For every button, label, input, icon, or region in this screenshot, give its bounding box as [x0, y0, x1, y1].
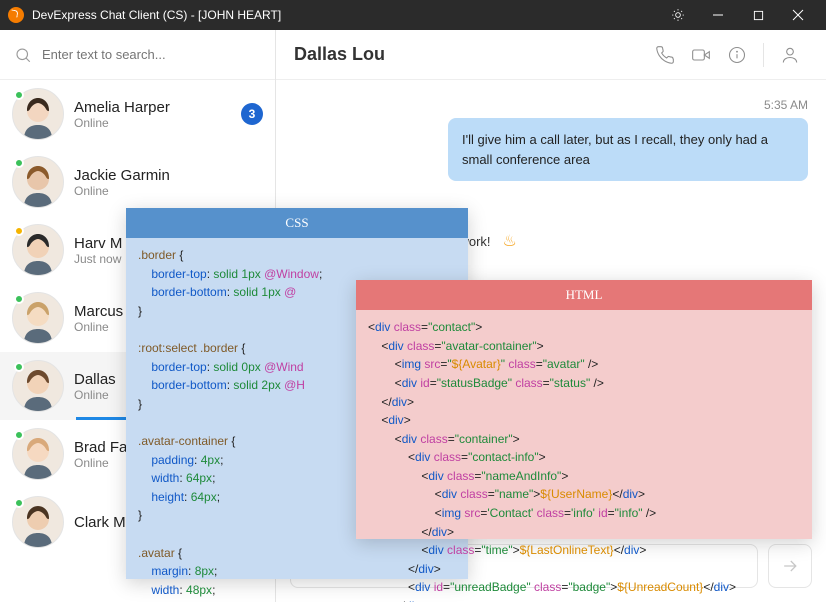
app-icon — [8, 7, 24, 23]
chat-title: Dallas Lou — [294, 44, 647, 65]
message-time: 5:35 AM — [294, 98, 808, 112]
avatar — [12, 88, 64, 140]
main: Amelia HarperOnline3Jackie GarminOnlineH… — [0, 30, 826, 602]
status-dot — [14, 158, 24, 168]
unread-badge: 3 — [241, 103, 263, 125]
message-bubble: I'll give him a call later, but as I rec… — [448, 118, 808, 181]
contact-row[interactable]: Amelia HarperOnline 3 — [0, 80, 275, 148]
call-icon[interactable] — [647, 37, 683, 73]
chat-header: Dallas Lou — [276, 30, 826, 80]
maximize-button[interactable] — [738, 0, 778, 30]
contact-icon[interactable] — [772, 37, 808, 73]
css-overlay-title: CSS — [126, 208, 468, 238]
video-icon[interactable] — [683, 37, 719, 73]
status-dot — [14, 294, 24, 304]
avatar — [12, 360, 64, 412]
search-input[interactable] — [42, 47, 261, 62]
fire-icon: ♨ — [503, 231, 517, 251]
avatar — [12, 292, 64, 344]
avatar — [12, 428, 64, 480]
status-dot — [14, 498, 24, 508]
contact-name: Jackie Garmin — [74, 167, 263, 184]
status-dot — [14, 90, 24, 100]
avatar — [12, 224, 64, 276]
avatar — [12, 156, 64, 208]
search-icon — [14, 46, 32, 64]
minimize-button[interactable] — [698, 0, 738, 30]
status-dot — [14, 430, 24, 440]
avatar — [12, 496, 64, 548]
window-title: DevExpress Chat Client (CS) - [JOHN HEAR… — [32, 8, 281, 22]
html-code: <div class="contact"> <div class="avatar… — [356, 310, 812, 602]
html-overlay-title: HTML — [356, 280, 812, 310]
contact-row[interactable]: Jackie GarminOnline — [0, 148, 275, 216]
search-row — [0, 30, 275, 80]
status-dot — [14, 362, 24, 372]
theme-toggle-icon[interactable] — [658, 0, 698, 30]
divider — [763, 43, 764, 67]
titlebar: DevExpress Chat Client (CS) - [JOHN HEAR… — [0, 0, 826, 30]
contact-sub: Online — [74, 184, 263, 198]
contact-sub: Online — [74, 116, 231, 130]
contact-name: Amelia Harper — [74, 99, 231, 116]
status-dot — [14, 226, 24, 236]
close-button[interactable] — [778, 0, 818, 30]
html-overlay: HTML <div class="contact"> <div class="a… — [356, 280, 812, 539]
info-icon[interactable] — [719, 37, 755, 73]
